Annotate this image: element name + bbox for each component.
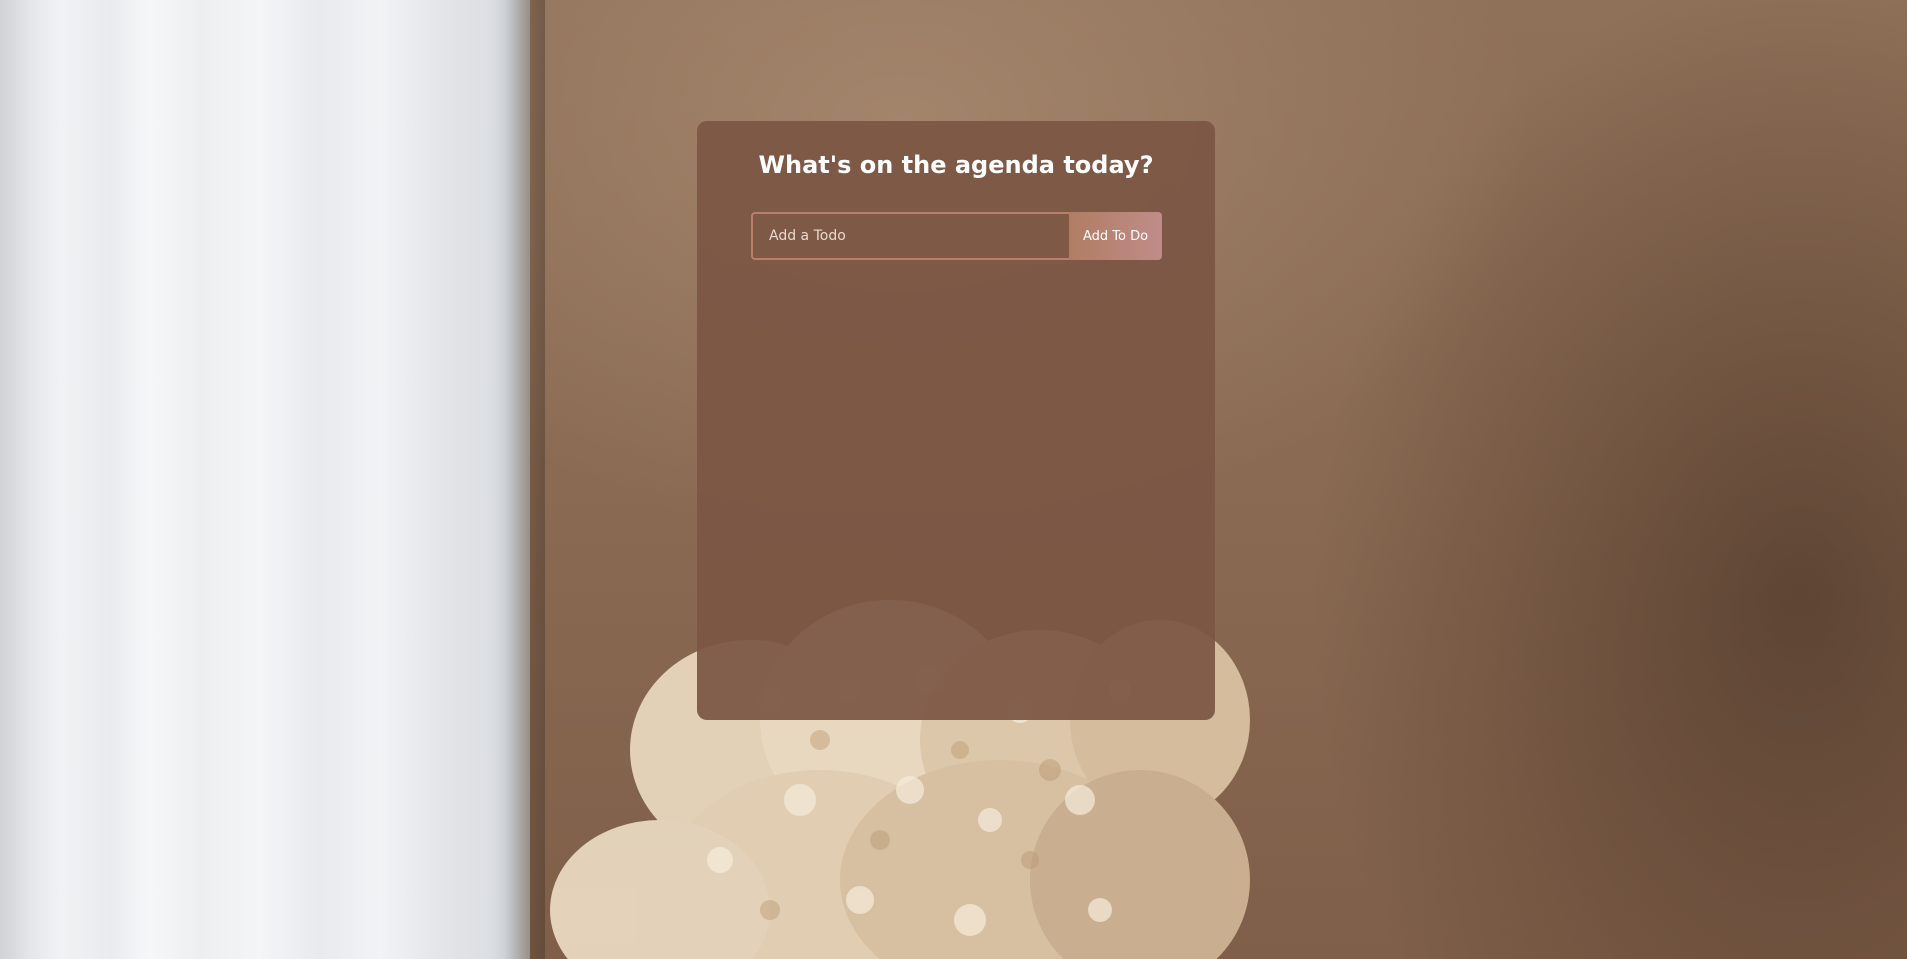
todo-input[interactable] <box>751 212 1069 260</box>
app-screen: What's on the agenda today? Add To Do <box>0 0 1907 959</box>
todo-form: Add To Do <box>751 212 1162 260</box>
add-todo-button[interactable]: Add To Do <box>1069 212 1162 260</box>
background-curtain <box>0 0 530 959</box>
todo-card: What's on the agenda today? Add To Do <box>697 121 1215 720</box>
page-title: What's on the agenda today? <box>758 151 1154 179</box>
